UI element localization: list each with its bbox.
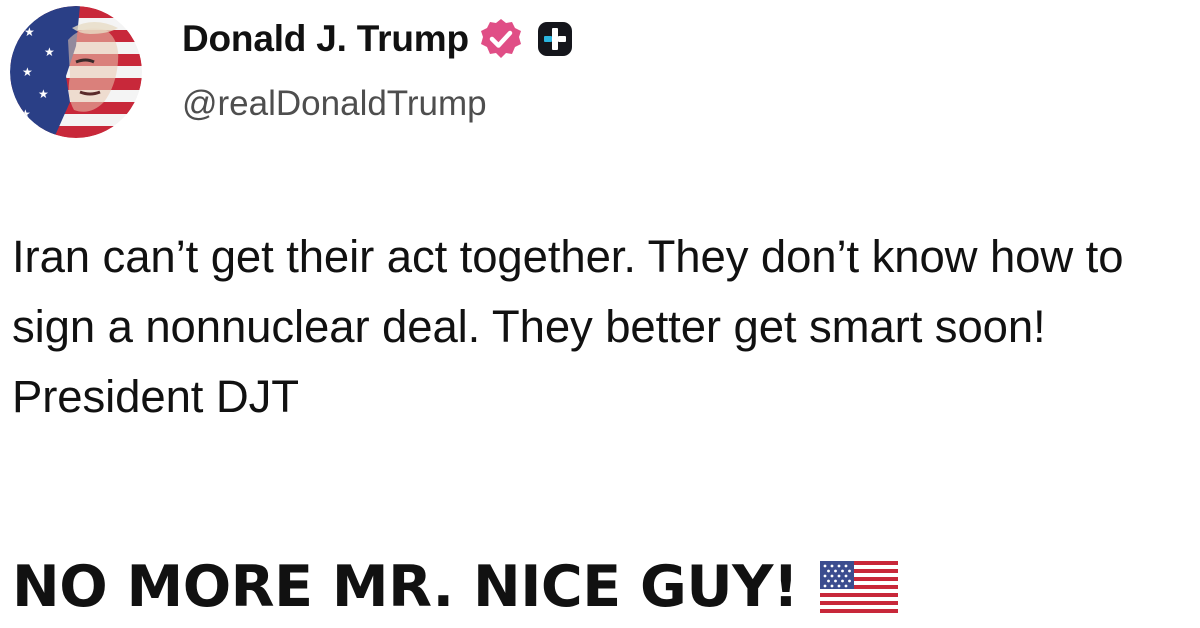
svg-text:★: ★ bbox=[38, 87, 49, 101]
svg-text:★: ★ bbox=[22, 65, 33, 79]
slogan-text: NO MORE MR. NICE GUY! bbox=[12, 554, 799, 620]
avatar-image: ★ ★ ★ ★ ★ bbox=[10, 6, 142, 138]
us-flag-icon bbox=[820, 561, 899, 613]
handle[interactable]: @realDonaldTrump bbox=[182, 84, 573, 124]
svg-text:★: ★ bbox=[20, 107, 31, 121]
display-name-row: Donald J. Trump bbox=[182, 16, 573, 62]
svg-text:★: ★ bbox=[24, 25, 35, 39]
post-card: ★ ★ ★ ★ ★ Donald J. Trump @realDonaldTru… bbox=[0, 0, 1200, 628]
avatar[interactable]: ★ ★ ★ ★ ★ bbox=[10, 6, 142, 138]
post-header: ★ ★ ★ ★ ★ Donald J. Trump @realDonaldTru… bbox=[10, 6, 573, 138]
display-name[interactable]: Donald J. Trump bbox=[182, 18, 469, 60]
author-info: Donald J. Trump @realDonaldTrump bbox=[182, 6, 573, 124]
post-body-text: Iran can’t get their act together. They … bbox=[12, 231, 1124, 422]
verified-badge-icon bbox=[479, 17, 523, 61]
plus-badge-icon bbox=[537, 21, 573, 57]
svg-text:★: ★ bbox=[44, 45, 55, 59]
slogan-row: NO MORE MR. NICE GUY! bbox=[12, 547, 899, 627]
